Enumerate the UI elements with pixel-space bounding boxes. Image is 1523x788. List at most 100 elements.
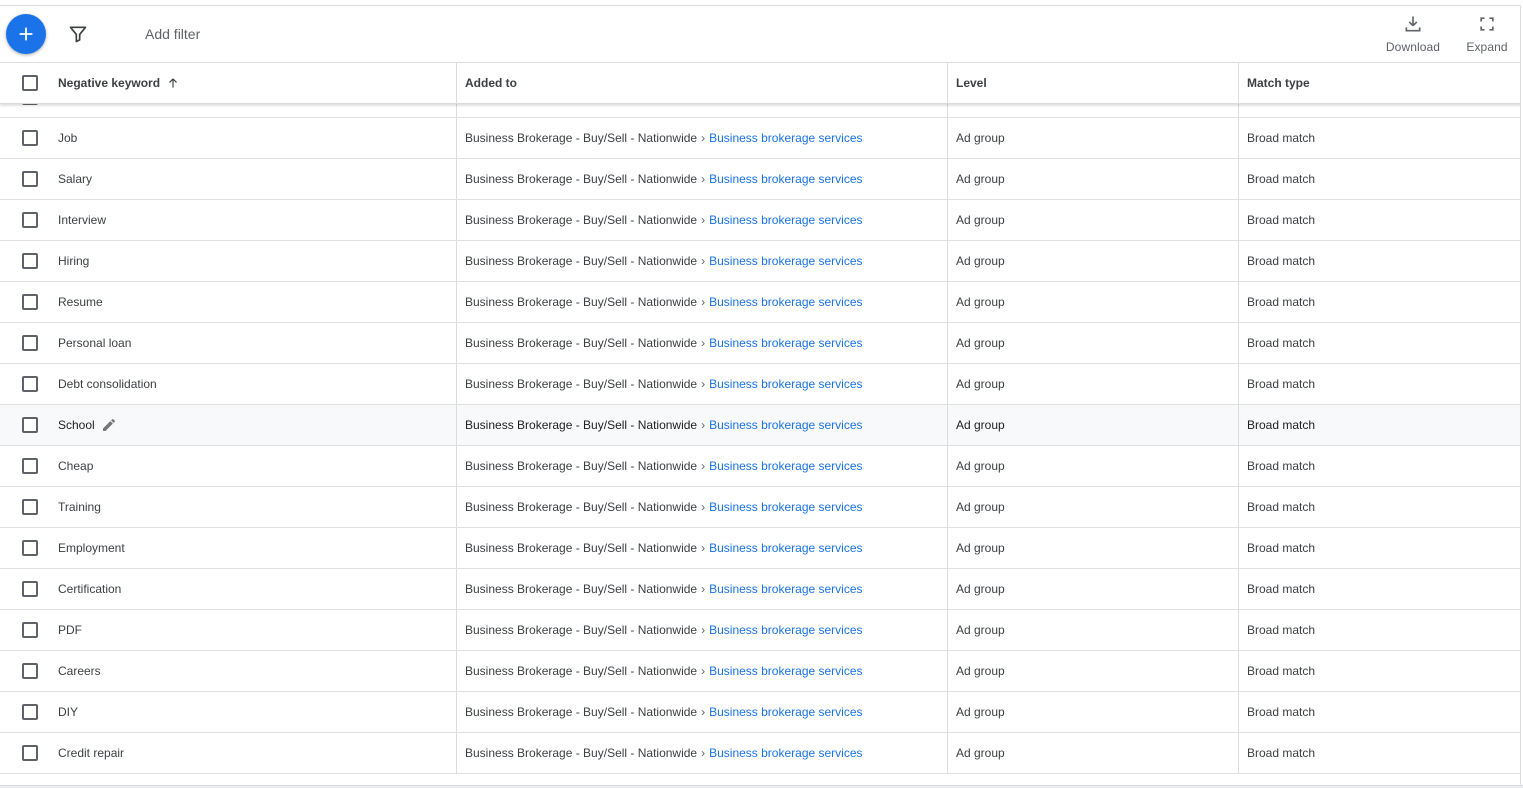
row-checkbox[interactable] <box>22 581 38 597</box>
column-header-added-to[interactable]: Added to <box>465 63 517 103</box>
added-to-cell: Business Brokerage - Buy/Sell - Nationwi… <box>465 692 863 732</box>
expand-button[interactable]: Expand <box>1462 14 1512 54</box>
added-to-cell: Business Brokerage - Buy/Sell - Nationwi… <box>465 364 863 404</box>
table-row[interactable]: Personal loan Business Brokerage - Buy/Se… <box>0 323 1520 364</box>
breadcrumb-separator: › <box>701 541 706 555</box>
column-divider[interactable] <box>456 63 457 103</box>
table-row[interactable]: Job Business Brokerage - Buy/Sell - Natio… <box>0 118 1520 159</box>
breadcrumb-separator: › <box>701 582 706 596</box>
select-all-checkbox[interactable] <box>22 75 38 91</box>
column-divider <box>456 159 457 199</box>
row-checkbox[interactable] <box>22 253 38 269</box>
column-divider <box>456 200 457 240</box>
table-row[interactable]: Employment Business Brokerage - Buy/Sell … <box>0 528 1520 569</box>
column-divider[interactable] <box>947 63 948 103</box>
row-checkbox[interactable] <box>22 417 38 433</box>
table-row[interactable]: Cheap Business Brokerage - Buy/Sell - Nat… <box>0 446 1520 487</box>
arrow-upward-icon <box>166 76 180 90</box>
ad-group-link[interactable]: Business brokerage services <box>709 213 862 227</box>
ad-group-link[interactable]: Business brokerage services <box>709 131 862 145</box>
level-cell: Ad group <box>956 377 1005 391</box>
added-to-cell: Business Brokerage - Buy/Sell - Nationwi… <box>465 733 863 773</box>
keyword-cell: PDF <box>58 610 82 650</box>
row-checkbox[interactable] <box>22 622 38 638</box>
table-row[interactable]: Salary Business Brokerage - Buy/Sell - Na… <box>0 159 1520 200</box>
ad-group-link[interactable]: Business brokerage services <box>709 172 862 186</box>
keyword-text: Resume <box>58 295 103 309</box>
ad-group-link[interactable]: Business brokerage services <box>709 377 862 391</box>
table-row[interactable]: Interview Business Brokerage - Buy/Sell -… <box>0 200 1520 241</box>
column-divider <box>947 118 948 158</box>
keyword-cell: Debt consolidation <box>58 364 157 404</box>
row-checkbox[interactable] <box>22 458 38 474</box>
campaign-name: Business Brokerage - Buy/Sell - Nationwi… <box>465 254 698 268</box>
row-checkbox[interactable] <box>22 704 38 720</box>
plus-icon <box>15 23 37 45</box>
table-row[interactable]: DIY Business Brokerage - Buy/Sell - Natio… <box>0 692 1520 733</box>
row-checkbox[interactable] <box>22 376 38 392</box>
ad-group-link[interactable]: Business brokerage services <box>709 254 862 268</box>
ad-group-link[interactable]: Business brokerage services <box>709 500 862 514</box>
keyword-cell: Employment <box>58 528 125 568</box>
row-checkbox[interactable] <box>22 104 38 105</box>
added-to-cell: Business Brokerage - Buy/Sell - Nationwi… <box>465 159 863 199</box>
pencil-icon[interactable] <box>101 417 117 433</box>
row-checkbox[interactable] <box>22 499 38 515</box>
ad-group-link[interactable]: Business brokerage services <box>709 705 862 719</box>
table-row[interactable]: Training Business Brokerage - Buy/Sell - … <box>0 487 1520 528</box>
ad-group-link[interactable]: Business brokerage services <box>709 623 862 637</box>
column-header-negative-keyword[interactable]: Negative keyword <box>58 63 180 103</box>
table-row[interactable]: Certification Business Brokerage - Buy/Se… <box>0 569 1520 610</box>
add-filter-input[interactable]: Add filter <box>145 26 200 42</box>
row-checkbox[interactable] <box>22 540 38 556</box>
row-checkbox[interactable] <box>22 294 38 310</box>
table-row[interactable]: PDF Business Brokerage - Buy/Sell - Natio… <box>0 610 1520 651</box>
row-checkbox[interactable] <box>22 212 38 228</box>
ad-group-link[interactable]: Business brokerage services <box>709 418 862 432</box>
keyword-cell: DIY <box>58 692 78 732</box>
row-checkbox[interactable] <box>22 171 38 187</box>
ad-group-link[interactable]: Business brokerage services <box>709 336 862 350</box>
table-row[interactable]: Careers Business Brokerage - Buy/Sell - N… <box>0 651 1520 692</box>
table-row[interactable]: Hiring Business Brokerage - Buy/Sell - Na… <box>0 241 1520 282</box>
match-type-cell: Broad match <box>1247 172 1316 186</box>
keyword-cell: Careers <box>58 651 101 691</box>
table-row[interactable]: Credit repair Business Brokerage - Buy/Se… <box>0 733 1520 774</box>
table-row[interactable]: School Business Brokerage - Buy/Sell - Na… <box>0 405 1520 446</box>
ad-group-link[interactable]: Business brokerage services <box>709 295 862 309</box>
download-button[interactable]: Download <box>1382 14 1444 54</box>
column-divider <box>1238 692 1239 732</box>
campaign-name: Business Brokerage - Buy/Sell - Nationwi… <box>465 213 698 227</box>
table-row[interactable]: Resume Business Brokerage - Buy/Sell - Na… <box>0 282 1520 323</box>
ad-group-link[interactable]: Business brokerage services <box>709 746 862 760</box>
row-checkbox[interactable] <box>22 663 38 679</box>
column-header-match-type[interactable]: Match type <box>1247 63 1310 103</box>
ad-group-link[interactable]: Business brokerage services <box>709 541 862 555</box>
added-to-cell: Business Brokerage - Buy/Sell - Nationwi… <box>465 446 863 486</box>
column-divider <box>947 200 948 240</box>
column-divider <box>1238 446 1239 486</box>
row-checkbox[interactable] <box>22 335 38 351</box>
ad-group-link[interactable]: Business brokerage services <box>709 582 862 596</box>
campaign-name: Business Brokerage - Buy/Sell - Nationwi… <box>465 623 698 637</box>
table-toolbar: Add filter Download Expand <box>0 6 1520 63</box>
breadcrumb-separator: › <box>701 705 706 719</box>
column-header-level[interactable]: Level <box>956 63 987 103</box>
ad-group-link[interactable]: Business brokerage services <box>709 459 862 473</box>
column-divider <box>456 241 457 281</box>
level-cell: Ad group <box>956 705 1005 719</box>
row-checkbox[interactable] <box>22 745 38 761</box>
table-row[interactable]: Debt consolidation Business Brokerage - B… <box>0 364 1520 405</box>
add-negative-keyword-button[interactable] <box>6 14 46 54</box>
added-to-cell: Business Brokerage - Buy/Sell - Nationwi… <box>465 405 863 445</box>
column-divider <box>947 651 948 691</box>
keyword-text: PDF <box>58 623 82 637</box>
column-divider <box>1238 323 1239 363</box>
keyword-text: Salary <box>58 172 93 186</box>
breadcrumb-separator: › <box>701 623 706 637</box>
ad-group-link[interactable]: Business brokerage services <box>709 664 862 678</box>
filter-button[interactable] <box>64 20 92 48</box>
row-checkbox[interactable] <box>22 130 38 146</box>
table-row[interactable]: Free Business Brokerage - Buy/Sell - Nati… <box>0 104 1520 118</box>
column-divider[interactable] <box>1238 63 1239 103</box>
